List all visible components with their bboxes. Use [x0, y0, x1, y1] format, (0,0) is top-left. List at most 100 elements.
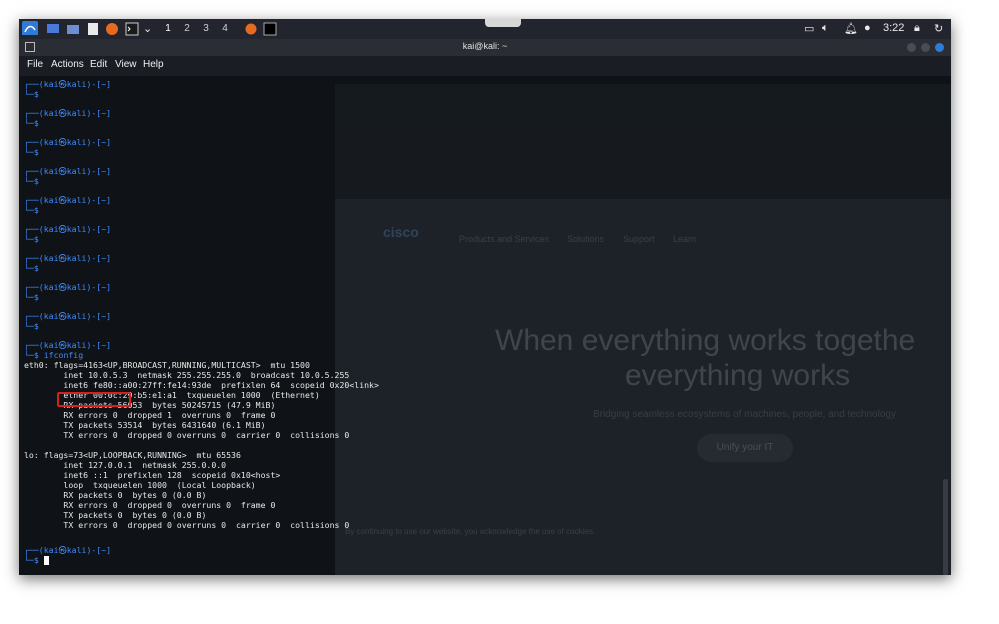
prompt-dir: )-[~]: [86, 224, 112, 234]
prompt-at: ㉿: [58, 282, 67, 292]
terminal-area[interactable]: cisco Products and Services Solutions Su…: [19, 76, 951, 575]
prompt-prefix: ┌──(: [24, 253, 44, 263]
menu-file[interactable]: File: [27, 59, 43, 70]
prompt-dollar: └─$: [24, 292, 39, 302]
prompt-dollar: └─$: [24, 205, 39, 215]
prompt-dollar: └─$: [24, 89, 39, 99]
screen-icon[interactable]: ▭: [804, 22, 814, 35]
window-title: kai@kali: ~: [462, 41, 508, 51]
chevron-down-icon[interactable]: ⌄: [143, 22, 152, 35]
prompt-dollar: └─$: [24, 147, 39, 157]
eth0-output-line: inet6 fe80::a00:27ff:fe14:93de prefixlen…: [24, 380, 379, 390]
prompt-input-line: └─$: [24, 263, 44, 273]
prompt-dir: )-[~]: [86, 108, 112, 118]
menu-help[interactable]: Help: [143, 59, 164, 70]
bell-icon[interactable]: 🔔︎: [844, 22, 858, 35]
window-titlebar: kai@kali: ~: [19, 39, 951, 56]
prompt-at: ㉿: [58, 224, 67, 234]
prompt-line: ┌──(kai㉿kali)-[~]: [24, 311, 111, 321]
taskbar-terminal-icon[interactable]: [263, 22, 277, 36]
eth0-output-line: RX errors 0 dropped 1 overruns 0 frame 0: [24, 410, 276, 420]
logout-icon[interactable]: ↻: [934, 22, 943, 35]
workspace-2[interactable]: 2: [179, 21, 195, 37]
menu-edit[interactable]: Edit: [90, 59, 107, 70]
prompt-dollar: └─$: [24, 234, 39, 244]
prompt-dir: )-[~]: [86, 311, 112, 321]
prompt-dir: )-[~]: [86, 137, 112, 147]
prompt-at: ㉿: [58, 79, 67, 89]
prompt-input-line: └─$: [24, 292, 44, 302]
power-icon[interactable]: ●: [864, 22, 871, 34]
prompt-input-line: └─$: [24, 555, 49, 565]
workspace-3[interactable]: 3: [198, 21, 214, 37]
terminal-icon[interactable]: [125, 22, 139, 36]
workspace-1[interactable]: 1: [160, 21, 176, 37]
ghost-cisco-logo: cisco: [383, 224, 419, 240]
prompt-input-line: └─$ ifconfig: [24, 350, 83, 360]
workspace-4[interactable]: 4: [217, 21, 233, 37]
lo-output-line: inet 127.0.0.1 netmask 255.0.0.0: [24, 460, 227, 470]
lock-icon[interactable]: 🔒︎: [914, 22, 920, 35]
lo-output-line: loop txqueuelen 1000 (Local Loopback): [24, 480, 256, 490]
prompt-host: kali: [66, 166, 87, 176]
prompt-dir: )-[~]: [86, 79, 112, 89]
prompt-input-line: └─$: [24, 234, 44, 244]
ghost-headline-1: When everything works togethe: [495, 324, 916, 357]
prompt-host: kali: [66, 282, 87, 292]
eth0-output-line: eth0: flags=4163<UP,BROADCAST,RUNNING,MU…: [24, 360, 310, 370]
maximize-button[interactable]: [921, 43, 930, 52]
prompt-dollar: └─$: [24, 263, 39, 273]
prompt-prefix: ┌──(: [24, 137, 44, 147]
minimize-button[interactable]: [907, 43, 916, 52]
prompt-line: ┌──(kai㉿kali)-[~]: [24, 224, 111, 234]
close-button[interactable]: [935, 43, 944, 52]
prompt-dollar: └─$: [24, 321, 39, 331]
prompt-user: kai: [43, 545, 59, 555]
prompt-at: ㉿: [58, 545, 67, 555]
lo-output-line: RX errors 0 dropped 0 overruns 0 frame 0: [24, 500, 276, 510]
text-editor-icon[interactable]: [86, 22, 100, 36]
prompt-prefix: ┌──(: [24, 166, 44, 176]
ghost-nav-3: Support: [623, 234, 655, 244]
prompt-dir: )-[~]: [86, 340, 112, 350]
ghost-nav-4: Learn: [673, 234, 697, 244]
lo-output-line: lo: flags=73<UP,LOOPBACK,RUNNING> mtu 65…: [24, 450, 241, 460]
prompt-at: ㉿: [58, 311, 67, 321]
prompt-user: kai: [43, 282, 59, 292]
prompt-line: ┌──(kai㉿kali)-[~]: [24, 137, 111, 147]
prompt-at: ㉿: [58, 253, 67, 263]
prompt-user: kai: [43, 108, 59, 118]
prompt-user: kai: [43, 224, 59, 234]
clock[interactable]: 3:22: [883, 22, 904, 34]
ghost-headline-2: everything works: [625, 359, 851, 392]
prompt-prefix: ┌──(: [24, 195, 44, 205]
prompt-host: kali: [66, 545, 87, 555]
prompt-prefix: ┌──(: [24, 311, 44, 321]
eth0-output-line: inet 10.0.5.3 netmask 255.255.255.0 broa…: [24, 370, 350, 380]
prompt-input-line: └─$: [24, 205, 44, 215]
prompt-at: ㉿: [58, 166, 67, 176]
prompt-line: ┌──(kai㉿kali)-[~]: [24, 108, 111, 118]
prompt-prefix: ┌──(: [24, 108, 44, 118]
prompt-host: kali: [66, 137, 87, 147]
files-icon[interactable]: [66, 22, 80, 36]
ghost-nav-2: Solutions: [567, 234, 605, 244]
volume-icon[interactable]: 🔈︎: [822, 22, 829, 35]
prompt-at: ㉿: [58, 137, 67, 147]
eth0-output-line: TX packets 53514 bytes 6431640 (6.1 MiB): [24, 420, 266, 430]
prompt-host: kali: [66, 340, 87, 350]
desktop-icon[interactable]: [46, 22, 60, 36]
prompt-prefix: ┌──(: [24, 545, 44, 555]
prompt-line: ┌──(kai㉿kali)-[~]: [24, 545, 111, 555]
kali-menu-icon[interactable]: [22, 21, 38, 35]
prompt-host: kali: [66, 195, 87, 205]
lo-output-line: RX packets 0 bytes 0 (0.0 B): [24, 490, 207, 500]
menu-view[interactable]: View: [115, 59, 137, 70]
prompt-user: kai: [43, 79, 59, 89]
prompt-host: kali: [66, 224, 87, 234]
command-text: ifconfig: [43, 350, 84, 360]
taskbar-firefox-icon[interactable]: [244, 22, 258, 36]
firefox-icon[interactable]: [105, 22, 119, 36]
menu-actions[interactable]: Actions: [51, 59, 84, 70]
prompt-user: kai: [43, 195, 59, 205]
